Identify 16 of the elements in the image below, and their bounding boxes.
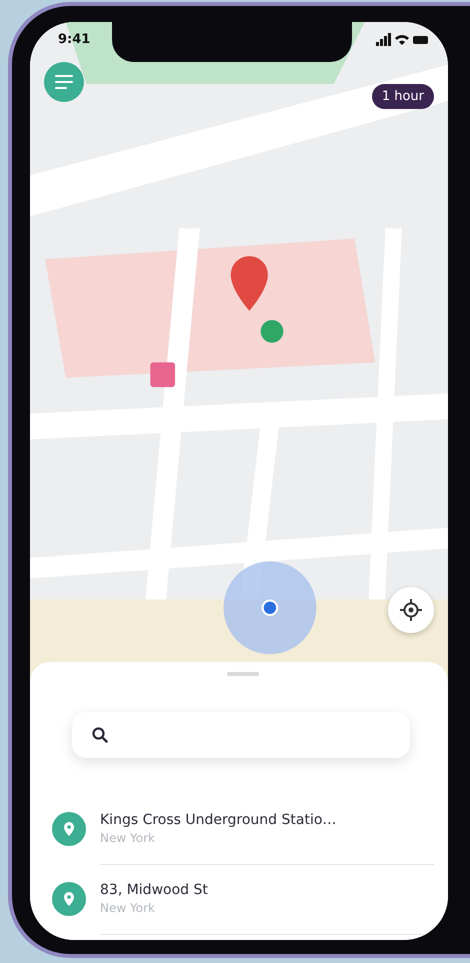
- place-name: Kings Cross Underground Statio…: [100, 812, 338, 828]
- time-badge: 1 hour: [372, 84, 434, 109]
- place-item[interactable]: 83, Midwood St New York: [52, 864, 434, 934]
- place-name: 83, Midwood St: [100, 882, 209, 898]
- place-city: New York: [100, 901, 156, 915]
- crosshair-icon: [400, 599, 422, 621]
- pin-icon: [52, 812, 86, 846]
- search-icon: [92, 727, 108, 743]
- menu-icon: [55, 75, 73, 89]
- drag-handle[interactable]: [227, 672, 259, 676]
- place-item[interactable]: Kings Cross Underground Statio… New York: [52, 794, 434, 864]
- status-icons: [376, 32, 428, 46]
- status-time: 9:41: [58, 32, 90, 47]
- place-city: New York: [100, 831, 156, 845]
- search-field[interactable]: [72, 712, 410, 758]
- pin-icon: [52, 882, 86, 916]
